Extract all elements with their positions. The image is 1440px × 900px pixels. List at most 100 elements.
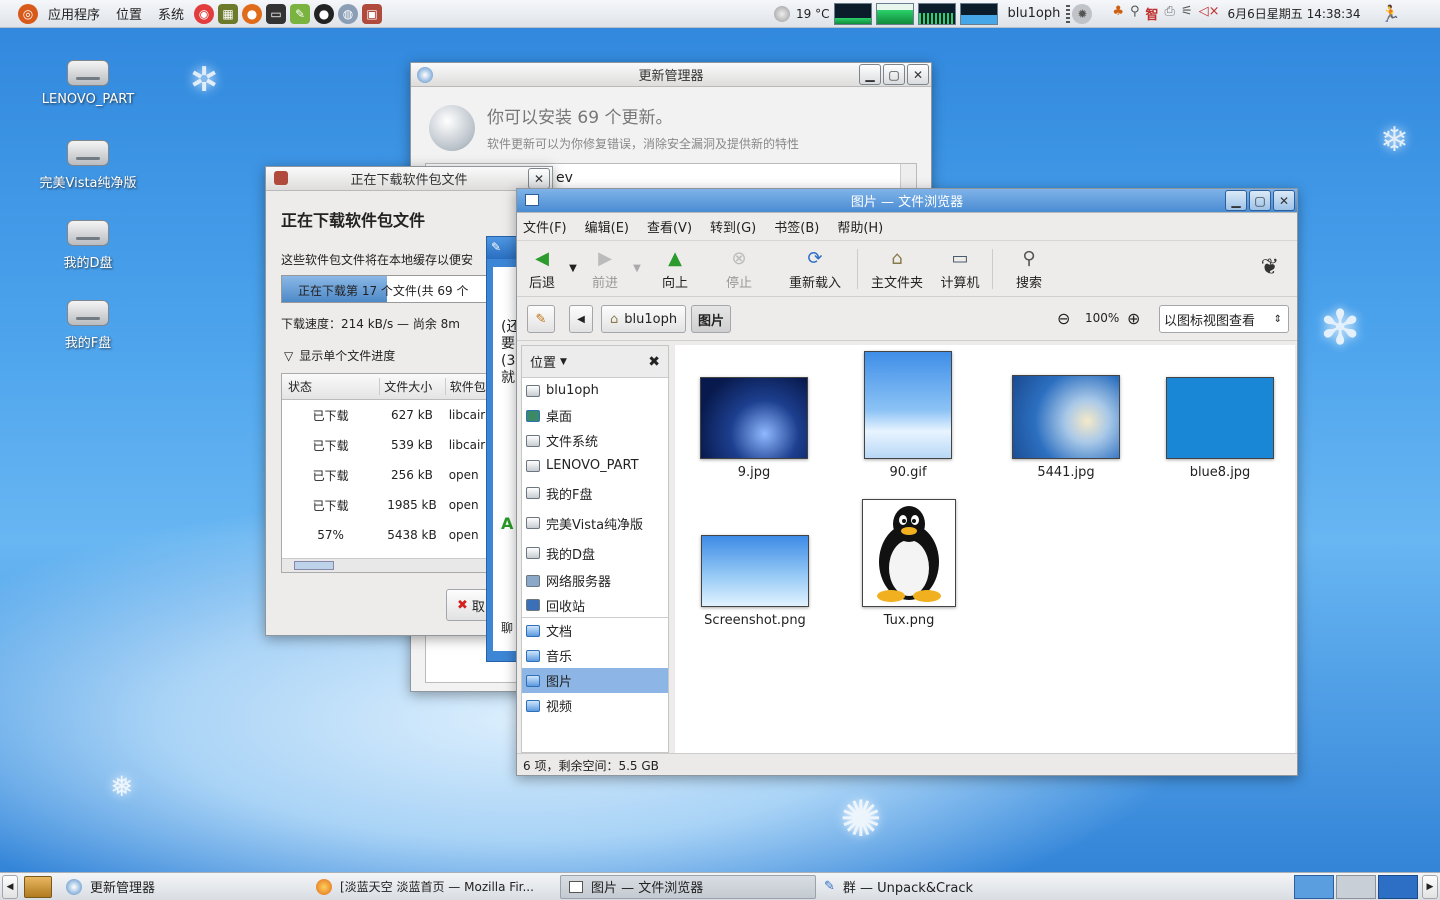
home-button[interactable]: ⌂ 主文件夹 <box>860 246 934 292</box>
printer-icon[interactable]: ⎙ <box>1165 4 1175 23</box>
sidebar-item-lenovo[interactable]: LENOVO_PART <box>522 453 668 478</box>
file-item[interactable]: blue8.jpg <box>1165 377 1275 480</box>
memory-graph[interactable] <box>875 2 914 25</box>
show-desktop-icon[interactable] <box>24 875 52 898</box>
task-update-manager[interactable]: 更新管理器 <box>58 875 308 899</box>
wifi-icon[interactable]: ⚟ <box>1181 4 1193 23</box>
sidebar-item-f-drive[interactable]: 我的F盘 <box>522 478 668 508</box>
menu-bookmarks[interactable]: 书签(B) <box>774 217 819 236</box>
back-button[interactable]: ◀ 后退 <box>521 246 563 292</box>
panel-left-arrow[interactable]: ◀ <box>2 874 18 899</box>
menu-places[interactable]: 位置 <box>108 4 150 23</box>
computer-button[interactable]: ▭ 计算机 <box>934 246 986 292</box>
calculator-icon[interactable]: ▦ <box>218 3 239 24</box>
sidebar-item-desktop[interactable]: 桌面 <box>522 403 668 428</box>
sidebar-item-filesystem[interactable]: 文件系统 <box>522 428 668 453</box>
network-graph[interactable] <box>917 2 956 25</box>
stop-button[interactable]: ⊗ 停止 <box>703 246 775 292</box>
zhi-icon[interactable]: 智 <box>1146 4 1159 23</box>
sidebar-item-documents[interactable]: 文档 <box>522 618 668 643</box>
up-button[interactable]: ▲ 向上 <box>647 246 703 292</box>
task-chat[interactable]: ✎ 群 — Unpack&Crack <box>816 875 1116 899</box>
minimize-button[interactable]: ▁ <box>859 64 881 85</box>
column-size[interactable]: 文件大小 <box>379 378 445 395</box>
path-left-arrow[interactable]: ◀ <box>569 305 593 333</box>
file-browser-titlebar[interactable]: 图片 — 文件浏览器 ▁ ▢ ✕ <box>517 189 1297 213</box>
menu-view[interactable]: 查看(V) <box>647 217 692 236</box>
forward-history-dropdown[interactable]: ▼ <box>627 263 647 274</box>
ubuntu-logo-icon[interactable]: ◎ <box>18 3 38 24</box>
search-icon[interactable]: ⚲ <box>1130 4 1140 23</box>
update-manager-titlebar[interactable]: 更新管理器 ▁ ▢ ✕ <box>411 63 931 87</box>
sidebar-item-home[interactable]: blu1oph <box>522 378 668 403</box>
logout-icon[interactable]: 🏃 <box>1380 4 1400 23</box>
path-button-pictures[interactable]: 图片 <box>691 305 732 333</box>
file-item[interactable]: 5441.jpg <box>1011 375 1121 480</box>
menu-system[interactable]: 系统 <box>150 4 192 23</box>
minimize-button[interactable]: ▁ <box>1225 190 1247 211</box>
menu-go[interactable]: 转到(G) <box>710 217 756 236</box>
sidebar-item-pictures[interactable]: 图片 <box>522 668 668 693</box>
sidebar-header[interactable]: 位置 ▼ ✖ <box>522 346 668 378</box>
package-icon[interactable]: ▣ <box>362 3 383 24</box>
menu-applications[interactable]: 应用程序 <box>40 4 108 23</box>
file-progress-toggle[interactable]: ▽ 显示单个文件进度 <box>284 347 395 364</box>
reload-button[interactable]: ⟳ 重新载入 <box>775 246 855 292</box>
workspace-3[interactable] <box>1378 874 1418 899</box>
load-graph[interactable] <box>959 2 998 25</box>
path-button-home[interactable]: ⌂ blu1oph <box>601 305 687 333</box>
network-icon[interactable]: ◍ <box>338 3 359 24</box>
task-firefox[interactable]: [淡蓝天空 淡蓝首页 — Mozilla Fir... <box>308 875 560 899</box>
scroll-thumb[interactable] <box>294 561 334 570</box>
terminal-icon[interactable]: ▭ <box>266 3 287 24</box>
maximize-button[interactable]: ▢ <box>1249 190 1271 211</box>
view-mode-select[interactable]: 以图标视图查看 ⇕ <box>1159 305 1289 333</box>
workspace-2[interactable] <box>1336 874 1376 899</box>
sidebar-item-trash[interactable]: 回收站 <box>522 593 668 618</box>
clock[interactable]: 6月6日星期五 14:38:34 <box>1228 5 1361 22</box>
toggle-location-entry-button[interactable]: ✎ <box>527 305 555 333</box>
workspace-1[interactable] <box>1294 874 1334 899</box>
desktop-icon-vista[interactable]: 完美Vista纯净版 <box>28 140 148 191</box>
close-button[interactable]: ✕ <box>528 168 550 189</box>
username[interactable]: blu1oph <box>1008 6 1061 21</box>
zoom-level[interactable]: 100% <box>1085 311 1119 325</box>
forward-button[interactable]: ▶ 前进 <box>583 246 627 292</box>
file-item[interactable]: 90.gif <box>863 351 953 480</box>
volume-muted-icon[interactable]: ◁× <box>1199 4 1220 23</box>
sidebar-item-music[interactable]: 音乐 <box>522 643 668 668</box>
weather-icon[interactable] <box>774 5 791 22</box>
close-sidebar-icon[interactable]: ✖ <box>648 354 660 370</box>
help-icon[interactable]: ◉ <box>194 3 215 24</box>
firefox-icon[interactable]: ● <box>242 3 263 24</box>
close-button[interactable]: ✕ <box>907 64 929 85</box>
maximize-button[interactable]: ▢ <box>883 64 905 85</box>
desktop-icon-d[interactable]: 我的D盘 <box>28 220 148 271</box>
desktop-icon-f[interactable]: 我的F盘 <box>28 300 148 351</box>
file-item[interactable]: 9.jpg <box>699 377 809 480</box>
panel-right-arrow[interactable]: ▶ <box>1422 874 1438 899</box>
menu-help[interactable]: 帮助(H) <box>837 217 883 236</box>
sidebar-item-vista[interactable]: 完美Vista纯净版 <box>522 508 668 538</box>
file-item[interactable]: Screenshot.png <box>699 535 811 628</box>
qq-icon[interactable]: ● <box>314 3 335 24</box>
brightness-icon[interactable]: ✹ <box>1072 3 1093 24</box>
temperature[interactable]: 19 °C <box>796 7 829 21</box>
search-button[interactable]: ⚲ 搜索 <box>999 246 1059 292</box>
sidebar-item-network[interactable]: 网络服务器 <box>522 568 668 593</box>
column-status[interactable]: 状态 <box>282 378 379 395</box>
task-file-browser[interactable]: 图片 — 文件浏览器 <box>560 874 816 899</box>
back-history-dropdown[interactable]: ▼ <box>563 263 583 274</box>
pidgin-icon[interactable]: ✎ <box>290 3 311 24</box>
close-button[interactable]: ✕ <box>1273 190 1295 211</box>
sidebar-item-d-drive[interactable]: 我的D盘 <box>522 538 668 568</box>
desktop-icon-lenovo[interactable]: LENOVO_PART <box>28 60 148 107</box>
zoom-out-icon[interactable]: ⊖ <box>1057 309 1070 328</box>
sidebar-item-videos[interactable]: 视频 <box>522 693 668 718</box>
input-method-icon[interactable]: ♣ <box>1112 4 1124 23</box>
menu-file[interactable]: 文件(F) <box>523 217 567 236</box>
cpu-graph[interactable] <box>833 2 872 25</box>
file-item[interactable]: Tux.png <box>861 499 957 628</box>
zoom-in-icon[interactable]: ⊕ <box>1127 309 1140 328</box>
menu-edit[interactable]: 编辑(E) <box>585 217 629 236</box>
